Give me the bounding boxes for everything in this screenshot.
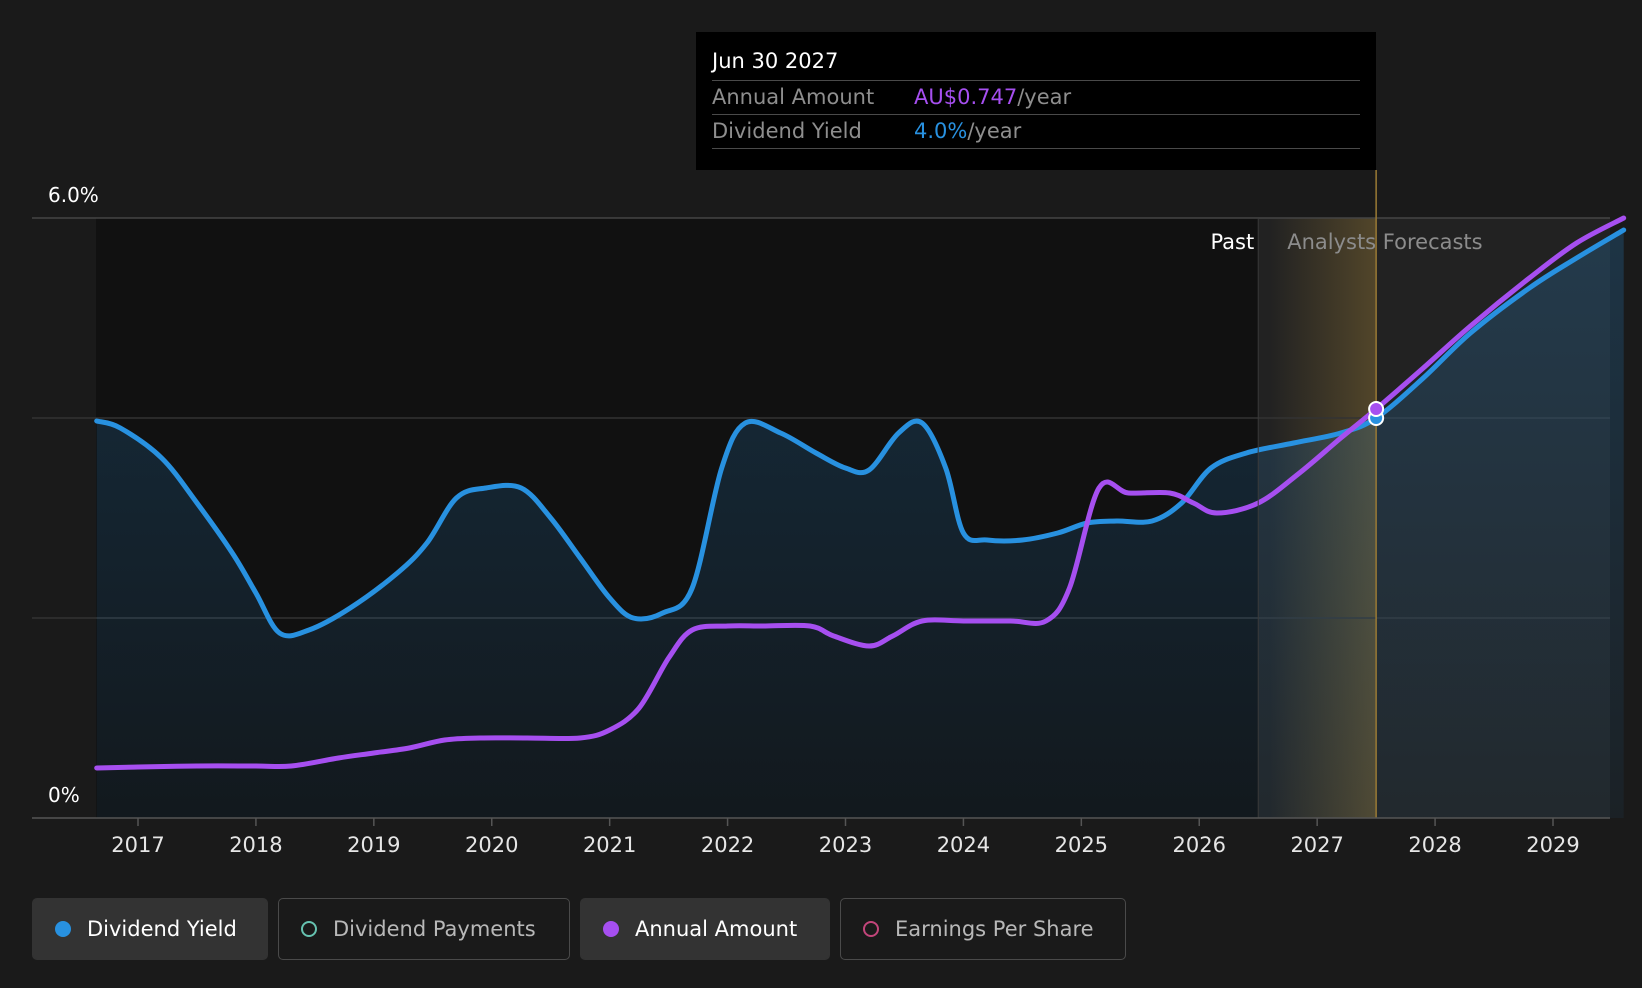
- legend-earnings-per-share[interactable]: Earnings Per Share: [840, 898, 1126, 960]
- x-tick-label: 2028: [1408, 833, 1461, 857]
- earnings-per-share-ring-icon: [863, 921, 879, 937]
- analysts-forecasts-label: Analysts Forecasts: [1287, 230, 1482, 254]
- legend-label: Dividend Yield: [87, 917, 237, 941]
- x-tick-label: 2029: [1526, 833, 1579, 857]
- tooltip-unit: /year: [967, 119, 1022, 143]
- legend-label: Earnings Per Share: [895, 917, 1094, 941]
- tooltip-row-annual-amount: Annual Amount AU$0.747/year: [712, 81, 1360, 115]
- legend-label: Dividend Payments: [333, 917, 536, 941]
- legend-annual-amount[interactable]: Annual Amount: [580, 898, 830, 960]
- annual-amount-marker: [1368, 401, 1385, 417]
- x-tick-label: 2023: [819, 833, 872, 857]
- x-tick-label: 2018: [229, 833, 282, 857]
- dividend-payments-ring-icon: [301, 921, 317, 937]
- dividend-yield-dot-icon: [55, 921, 71, 937]
- x-tick-label: 2027: [1290, 833, 1343, 857]
- tooltip: Jun 30 2027 Annual Amount AU$0.747/year D…: [696, 32, 1376, 170]
- legend: Dividend Yield Dividend Payments Annual …: [32, 898, 1126, 960]
- x-tick-label: 2019: [347, 833, 400, 857]
- annual-amount-dot-icon: [603, 921, 619, 937]
- legend-dividend-payments[interactable]: Dividend Payments: [278, 898, 570, 960]
- x-axis-ticks: 2017 2018 2019 2020 2021 2022 2023 2024 2025 2026…: [111, 818, 1580, 857]
- x-tick-label: 2021: [583, 833, 636, 857]
- legend-label: Annual Amount: [635, 917, 798, 941]
- dividend-chart: Past Analysts Forecasts 6.0% 0% 2017 2018…: [0, 0, 1642, 988]
- x-tick-label: 2017: [111, 833, 164, 857]
- tooltip-value: 4.0%: [914, 119, 968, 143]
- tooltip-row-dividend-yield: Dividend Yield 4.0%/year: [712, 115, 1360, 149]
- tooltip-date: Jun 30 2027: [712, 46, 1360, 81]
- tooltip-value: AU$0.747: [914, 85, 1018, 109]
- y-axis-label-bottom: 0%: [48, 783, 80, 807]
- x-tick-label: 2025: [1055, 833, 1108, 857]
- tooltip-label: Dividend Yield: [712, 119, 862, 143]
- past-label: Past: [1210, 230, 1254, 254]
- legend-dividend-yield[interactable]: Dividend Yield: [32, 898, 268, 960]
- tooltip-label: Annual Amount: [712, 85, 875, 109]
- x-tick-label: 2022: [701, 833, 754, 857]
- x-tick-label: 2024: [937, 833, 990, 857]
- y-axis-label-top: 6.0%: [48, 183, 99, 207]
- x-tick-label: 2026: [1173, 833, 1226, 857]
- x-tick-label: 2020: [465, 833, 518, 857]
- tooltip-unit: /year: [1017, 85, 1072, 109]
